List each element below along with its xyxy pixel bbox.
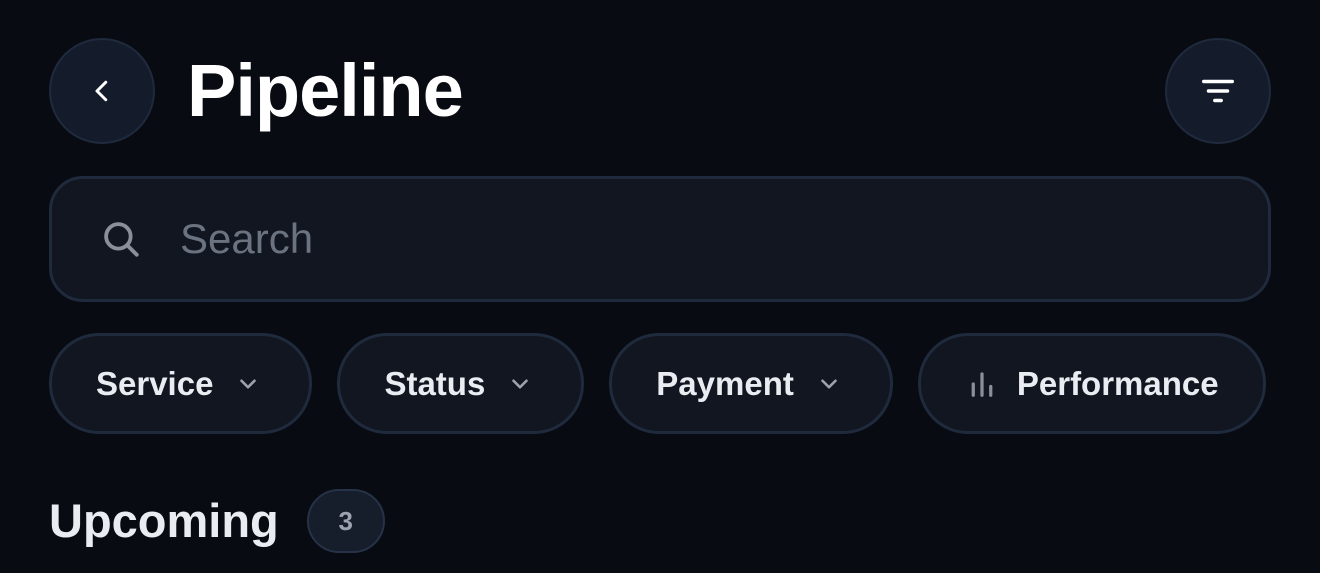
filter-chips: Service Status Payment Performance: [49, 333, 1272, 434]
search-bar[interactable]: [49, 176, 1271, 302]
filter-chip-status[interactable]: Status: [337, 333, 585, 434]
filter-lines-icon: [1202, 79, 1234, 103]
search-input[interactable]: [178, 198, 1268, 280]
chevron-down-icon: [240, 378, 257, 389]
section-header: Upcoming 3: [49, 488, 385, 554]
count-badge: 3: [306, 489, 385, 553]
filter-chip-service[interactable]: Service: [49, 333, 313, 434]
bar-chart-icon: [971, 371, 993, 397]
filter-chip-label: Performance: [1016, 364, 1219, 402]
filter-chip-performance[interactable]: Performance: [917, 333, 1266, 434]
page-title: Pipeline: [187, 49, 464, 132]
filter-button[interactable]: [1165, 38, 1271, 144]
back-button[interactable]: [49, 38, 155, 144]
chevron-down-icon: [512, 378, 529, 389]
search-icon: [104, 222, 139, 257]
chevron-down-icon: [821, 378, 837, 389]
filter-chip-label: Service: [96, 364, 214, 402]
filter-chip-payment[interactable]: Payment: [609, 333, 893, 434]
filter-chip-label: Status: [384, 364, 486, 402]
filter-chip-label: Payment: [656, 364, 794, 402]
section-title: Upcoming: [49, 494, 279, 547]
chevron-left-icon: [95, 80, 108, 102]
